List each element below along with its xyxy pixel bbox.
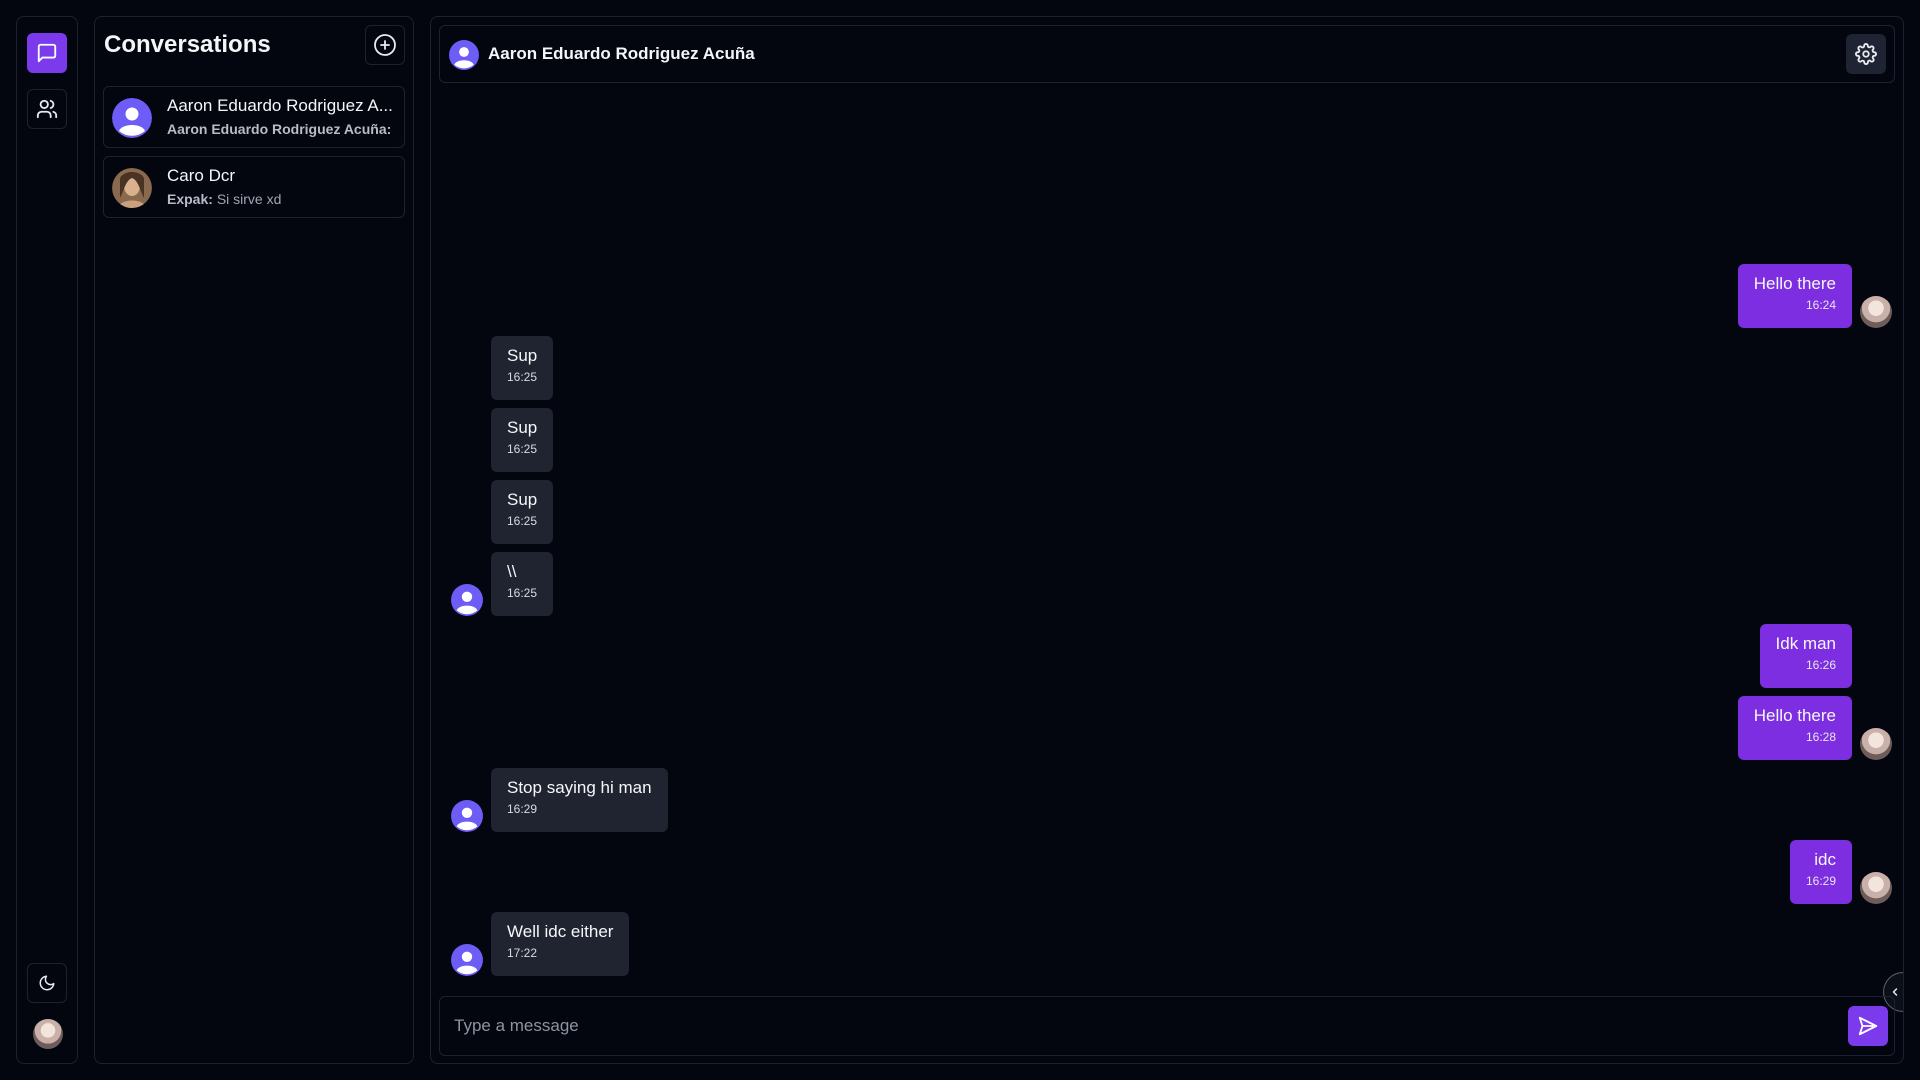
avatar bbox=[112, 168, 152, 208]
message-text: Sup bbox=[507, 490, 538, 509]
message-outgoing: Hello there 16:28 bbox=[1737, 696, 1852, 760]
message-incoming: Sup 16:25 bbox=[491, 408, 554, 472]
message-text: Well idc either bbox=[507, 922, 614, 941]
message-time: 16:25 bbox=[507, 514, 538, 528]
conversations-title: Conversations bbox=[104, 31, 271, 58]
message-time: 16:26 bbox=[1805, 658, 1836, 672]
chat-settings-button[interactable] bbox=[1846, 34, 1886, 74]
conversations-panel: Conversations Aaron Eduardo Rodriguez A.… bbox=[94, 16, 414, 1064]
message-time: 16:24 bbox=[1805, 298, 1836, 312]
conversation-item[interactable]: Caro Dcr Expak: Si sirve xd bbox=[103, 156, 405, 218]
gear-icon bbox=[1855, 43, 1877, 65]
chat-panel: Aaron Eduardo Rodriguez Acuña Hello ther… bbox=[430, 16, 1904, 1064]
message-text: \\ bbox=[507, 562, 517, 581]
default-user-icon bbox=[112, 98, 152, 138]
message-outgoing: Hello there 16:24 bbox=[1737, 264, 1852, 328]
message-text: Sup bbox=[507, 346, 538, 365]
self-avatar bbox=[1860, 728, 1892, 760]
message-incoming: Sup 16:25 bbox=[491, 336, 554, 400]
message-outgoing: Idk man 16:26 bbox=[1759, 624, 1852, 688]
message-text: Sup bbox=[507, 418, 538, 437]
message-time: 16:25 bbox=[507, 586, 538, 600]
conversation-preview: Expak: Si sirve xd bbox=[167, 191, 397, 207]
message-incoming: Stop saying hi man 16:29 bbox=[491, 768, 668, 832]
message-incoming: Sup 16:25 bbox=[491, 480, 554, 544]
contacts-nav-button[interactable] bbox=[27, 89, 67, 129]
message-text: Stop saying hi man bbox=[507, 778, 652, 797]
message-time: 16:29 bbox=[507, 802, 538, 816]
conversation-name: Aaron Eduardo Rodriguez A... bbox=[167, 96, 393, 115]
new-conversation-button[interactable] bbox=[365, 25, 405, 65]
users-icon bbox=[36, 99, 58, 119]
avatar bbox=[112, 98, 152, 138]
chat-header: Aaron Eduardo Rodriguez Acuña bbox=[439, 25, 1895, 83]
conversation-item[interactable]: Aaron Eduardo Rodriguez A... Aaron Eduar… bbox=[103, 86, 405, 148]
message-time: 17:22 bbox=[507, 946, 538, 960]
default-user-icon bbox=[449, 40, 479, 70]
message-composer bbox=[439, 996, 1895, 1056]
message-time: 16:25 bbox=[507, 370, 538, 384]
preview-sender: Aaron Eduardo Rodriguez Acuña: bbox=[167, 121, 392, 137]
message-text: Idk man bbox=[1775, 634, 1836, 653]
message-incoming: \\ 16:25 bbox=[491, 552, 554, 616]
send-button[interactable] bbox=[1848, 1006, 1888, 1046]
message-outgoing: idc 16:29 bbox=[1789, 840, 1852, 904]
chat-title: Aaron Eduardo Rodriguez Acuña bbox=[488, 44, 755, 63]
moon-icon bbox=[39, 975, 55, 991]
nav-rail bbox=[16, 16, 78, 1064]
chats-nav-button[interactable] bbox=[27, 33, 67, 73]
sender-avatar-icon bbox=[451, 584, 483, 616]
contact-photo bbox=[112, 168, 152, 208]
preview-text: Si sirve xd bbox=[216, 191, 282, 207]
message-incoming: Well idc either 17:22 bbox=[491, 912, 630, 976]
send-icon bbox=[1858, 1016, 1878, 1036]
current-user-avatar[interactable] bbox=[33, 1019, 63, 1049]
self-avatar bbox=[1860, 296, 1892, 328]
sender-avatar-icon bbox=[451, 944, 483, 976]
sender-avatar-icon bbox=[451, 800, 483, 832]
message-text: Hello there bbox=[1753, 274, 1836, 293]
conversation-preview: Aaron Eduardo Rodriguez Acuña: bbox=[167, 121, 397, 137]
self-avatar bbox=[1860, 872, 1892, 904]
chat-bubble-icon bbox=[37, 43, 57, 63]
message-text: Hello there bbox=[1753, 706, 1836, 725]
theme-toggle-button[interactable] bbox=[27, 963, 67, 1003]
conversation-name: Caro Dcr bbox=[167, 166, 236, 185]
message-time: 16:29 bbox=[1805, 874, 1836, 888]
plus-circle-icon bbox=[374, 34, 396, 56]
preview-sender: Expak: bbox=[167, 191, 213, 207]
message-time: 16:28 bbox=[1805, 730, 1836, 744]
message-time: 16:25 bbox=[507, 442, 538, 456]
message-text: idc bbox=[1814, 850, 1836, 869]
message-input[interactable] bbox=[454, 1011, 1814, 1041]
